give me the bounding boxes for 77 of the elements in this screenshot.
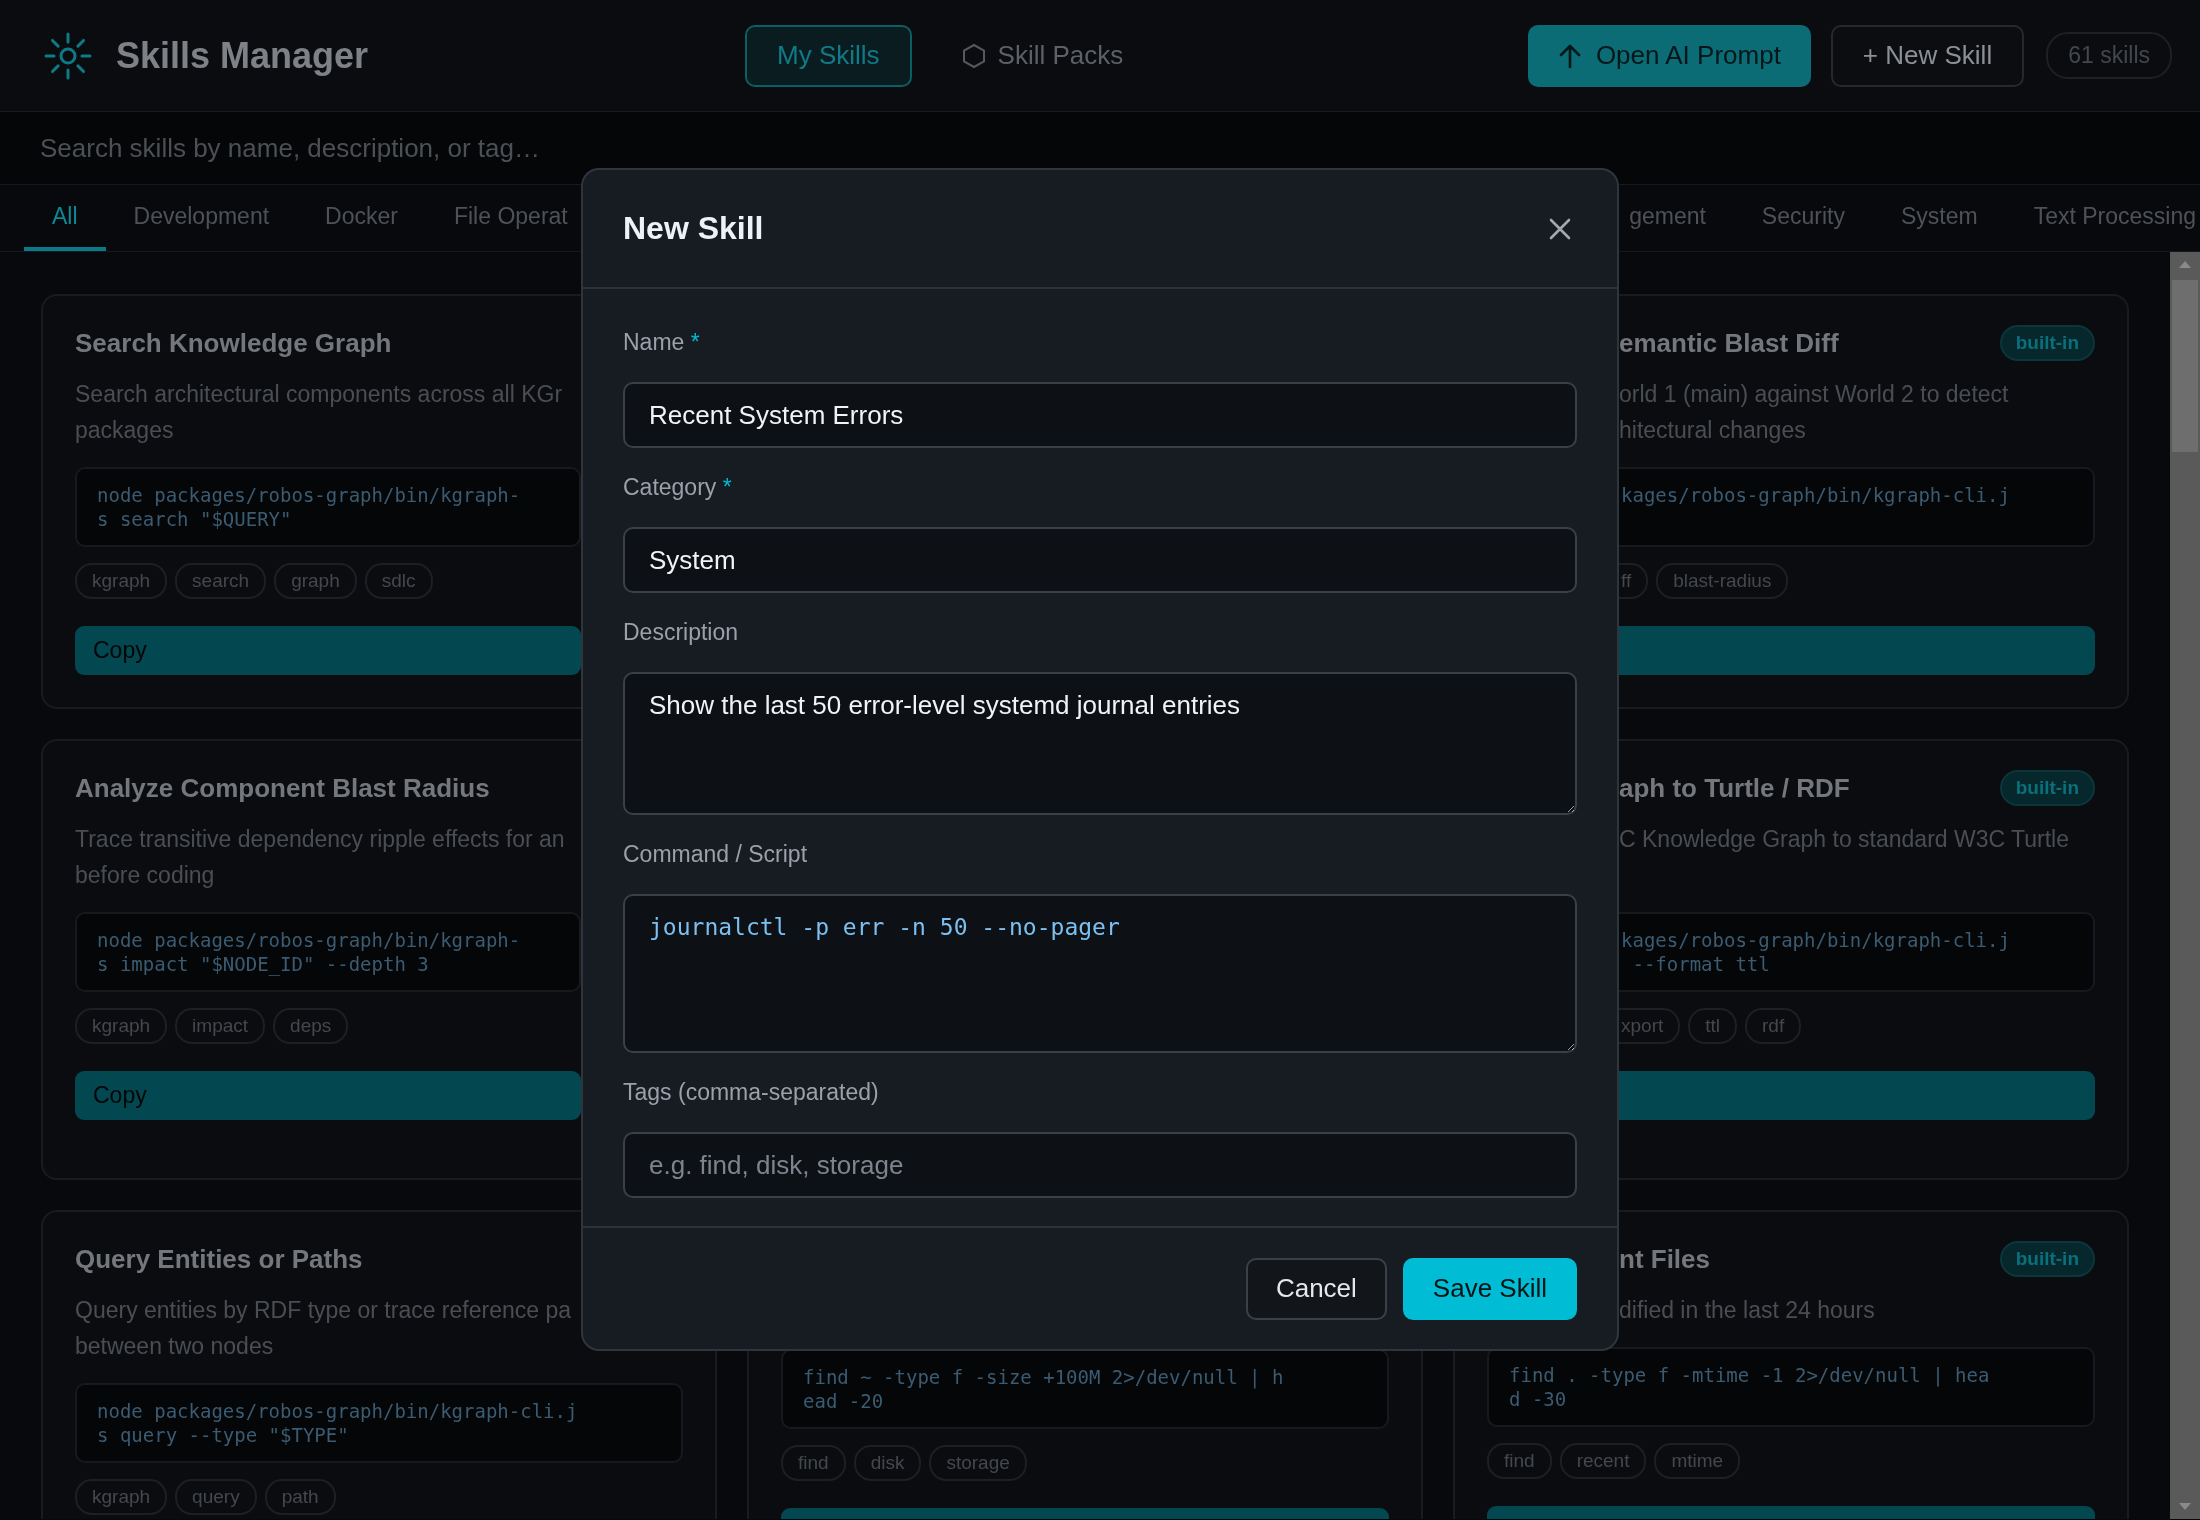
built-in-badge: built-in bbox=[1999, 1241, 2095, 1277]
category-tab[interactable]: All bbox=[24, 185, 106, 251]
card-title: aph to Turtle / RDF bbox=[1619, 772, 1850, 804]
tag-chip: impact bbox=[175, 1008, 266, 1044]
copy-button[interactable] bbox=[1619, 1071, 2095, 1120]
tag-chip: storage bbox=[929, 1445, 1027, 1481]
tag-chip: mtime bbox=[1654, 1443, 1741, 1479]
skill-count: 61 skills bbox=[2046, 32, 2172, 79]
command-code: kages/robos-graph/bin/kgraph-cli.j --format ttl bbox=[1619, 912, 2095, 992]
tag-chip: kgraph bbox=[75, 1479, 168, 1515]
command-field[interactable]: journalctl -p err -n 50 --no-pager bbox=[623, 894, 1577, 1053]
field-label: Command / Script bbox=[623, 841, 809, 868]
card-description: Query entities by RDF type or trace reference pa between two nodes bbox=[75, 1296, 572, 1361]
tag-chip: search bbox=[175, 563, 267, 599]
field-label: Name * bbox=[623, 329, 701, 356]
built-in-badge: built-in bbox=[1999, 325, 2095, 361]
tag-chip: rdf bbox=[1745, 1008, 1802, 1044]
nav-tab[interactable]: Skill Packs bbox=[929, 24, 1156, 87]
tag-chip: recent bbox=[1559, 1443, 1647, 1479]
copy-button[interactable] bbox=[1619, 626, 2095, 675]
tag-chip: path bbox=[264, 1479, 336, 1515]
cancel-button[interactable]: Cancel bbox=[1245, 1257, 1387, 1320]
command-code: kages/robos-graph/bin/kgraph-cli.j bbox=[1619, 467, 2095, 547]
tag-chip: find bbox=[1487, 1443, 1552, 1479]
tag-chip: kgraph bbox=[75, 563, 168, 599]
built-in-badge: built-in bbox=[1999, 770, 2095, 806]
tag-chip: kgraph bbox=[75, 1008, 168, 1044]
close-icon bbox=[1549, 217, 1571, 240]
hexagon-icon bbox=[961, 42, 986, 69]
text-field[interactable]: e.g. find, disk, storage bbox=[623, 1132, 1577, 1198]
scrollbar[interactable] bbox=[2170, 252, 2200, 1519]
card-description: Trace transitive dependency ripple effects for an before coding bbox=[75, 825, 566, 890]
search-field[interactable]: Search skills by name, description, or tag… bbox=[40, 132, 840, 164]
category-tab[interactable]: Text Processing bbox=[2005, 185, 2200, 251]
command-code: node packages/robos-graph/bin/kgraph-cli.j s query --type "$TYPE" bbox=[75, 1383, 683, 1463]
field-label: Category * bbox=[623, 474, 733, 501]
command-code: find . -type f -mtime -1 2>/dev/null | hea d -30 bbox=[1487, 1347, 2095, 1427]
new-skill-button[interactable]: + New Skill bbox=[1830, 24, 2025, 87]
dialog-title: New Skill bbox=[623, 210, 764, 247]
category-tab[interactable]: Security bbox=[1733, 185, 1873, 251]
category-tab[interactable]: Docker bbox=[297, 185, 426, 251]
tag-chip: disk bbox=[853, 1445, 922, 1481]
copy-button[interactable]: Copy bbox=[75, 1071, 581, 1120]
category-tab[interactable]: File Operat bbox=[425, 185, 596, 251]
tag-chip: find bbox=[781, 1445, 846, 1481]
command-code: find ~ -type f -size +100M 2>/dev/null | h ead -20 bbox=[781, 1349, 1389, 1429]
tag-chip: query bbox=[175, 1479, 257, 1515]
field-label: Tags (comma-separated) bbox=[623, 1079, 880, 1106]
category-tab[interactable]: System bbox=[1872, 185, 2006, 251]
text-field[interactable]: System bbox=[623, 527, 1577, 593]
command-code: node packages/robos-graph/bin/kgraph- s impact "$NODE_ID" --depth 3 bbox=[75, 912, 581, 992]
category-tab[interactable]: Development bbox=[105, 185, 298, 251]
tag-chip: deps bbox=[273, 1008, 349, 1044]
card-title: Query Entities or Paths bbox=[75, 1244, 363, 1275]
card-description: orld 1 (main) against World 2 to detect hitectural changes bbox=[1619, 380, 2010, 445]
description-field[interactable]: Show the last 50 error-level systemd journal entries bbox=[623, 672, 1577, 815]
text-field[interactable]: Recent System Errors bbox=[623, 382, 1577, 448]
card-title: emantic Blast Diff bbox=[1619, 327, 1839, 359]
card-description: dified in the last 24 hours bbox=[1619, 1296, 1876, 1325]
tag-chip: sdlc bbox=[364, 563, 433, 599]
copy-button[interactable]: Copy bbox=[75, 626, 581, 675]
tag-chip: blast-radius bbox=[1656, 563, 1789, 599]
category-tab[interactable]: gement bbox=[1601, 185, 1734, 251]
card-title: Analyze Component Blast Radius bbox=[75, 773, 490, 804]
card-description: Search architectural components across all KGr packages bbox=[75, 380, 564, 445]
arrow-up-icon bbox=[1557, 42, 1582, 69]
card-title: nt Files bbox=[1619, 1243, 1710, 1275]
field-label: Description bbox=[623, 619, 740, 646]
tag-chip: graph bbox=[274, 563, 357, 599]
card-title: Search Knowledge Graph bbox=[75, 328, 392, 359]
card-description: C Knowledge Graph to standard W3C Turtle bbox=[1619, 825, 2070, 854]
tag-chip: ttl bbox=[1688, 1008, 1738, 1044]
app-title: Skills Manager bbox=[116, 34, 369, 77]
open-prompt-button[interactable]: Open AI Prompt bbox=[1527, 24, 1811, 87]
command-code: node packages/robos-graph/bin/kgraph- s search "$QUERY" bbox=[75, 467, 581, 547]
nav-tab[interactable]: My Skills bbox=[745, 24, 912, 87]
save-button[interactable]: Save Skill bbox=[1402, 1257, 1577, 1320]
